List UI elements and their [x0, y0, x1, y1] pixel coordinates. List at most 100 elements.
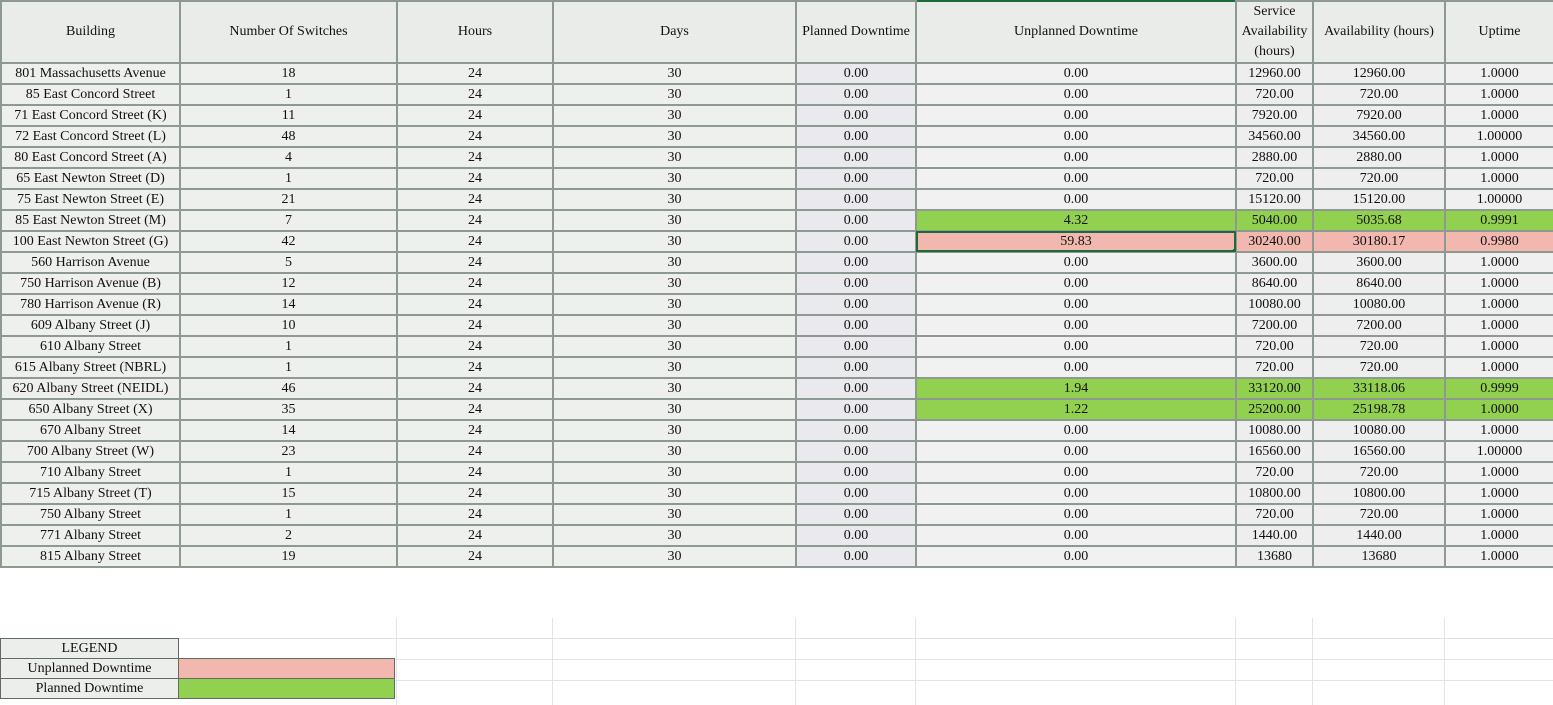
cell-building[interactable]: 620 Albany Street (NEIDL) — [0, 377, 181, 400]
cell-days[interactable]: 30 — [552, 62, 797, 85]
cell-uptime[interactable]: 1.0000 — [1444, 251, 1553, 274]
cell-avail[interactable]: 15120.00 — [1312, 188, 1446, 211]
cell-unplanned[interactable]: 0.00 — [915, 146, 1237, 169]
cell-planned[interactable]: 0.00 — [795, 104, 917, 127]
cell-service[interactable]: 3600.00 — [1235, 251, 1314, 274]
header-service-availability[interactable]: Service Availability (hours) — [1235, 0, 1314, 64]
cell-planned[interactable]: 0.00 — [795, 461, 917, 484]
cell-days[interactable]: 30 — [552, 545, 797, 568]
cell-uptime[interactable]: 0.9980 — [1444, 230, 1553, 253]
cell-planned[interactable]: 0.00 — [795, 167, 917, 190]
cell-hours[interactable]: 24 — [396, 293, 554, 316]
cell-days[interactable]: 30 — [552, 293, 797, 316]
cell-building[interactable]: 560 Harrison Avenue — [0, 251, 181, 274]
cell-uptime[interactable]: 1.0000 — [1444, 146, 1553, 169]
cell-switches[interactable]: 4 — [179, 146, 398, 169]
cell-building[interactable]: 801 Massachusetts Avenue — [0, 62, 181, 85]
cell-building[interactable]: 771 Albany Street — [0, 524, 181, 547]
header-hours[interactable]: Hours — [396, 0, 554, 64]
cell-service[interactable]: 720.00 — [1235, 461, 1314, 484]
cell-uptime[interactable]: 1.0000 — [1444, 104, 1553, 127]
cell-service[interactable]: 720.00 — [1235, 83, 1314, 106]
cell-building[interactable]: 650 Albany Street (X) — [0, 398, 181, 421]
cell-switches[interactable]: 1 — [179, 356, 398, 379]
cell-days[interactable]: 30 — [552, 524, 797, 547]
cell-hours[interactable]: 24 — [396, 209, 554, 232]
cell-avail[interactable]: 8640.00 — [1312, 272, 1446, 295]
cell-hours[interactable]: 24 — [396, 188, 554, 211]
cell-hours[interactable]: 24 — [396, 230, 554, 253]
cell-avail[interactable]: 2880.00 — [1312, 146, 1446, 169]
cell-avail[interactable]: 10080.00 — [1312, 293, 1446, 316]
cell-unplanned[interactable]: 0.00 — [915, 272, 1237, 295]
cell-unplanned[interactable]: 0.00 — [915, 482, 1237, 505]
cell-service[interactable]: 7200.00 — [1235, 314, 1314, 337]
cell-planned[interactable]: 0.00 — [795, 209, 917, 232]
cell-planned[interactable]: 0.00 — [795, 545, 917, 568]
cell-days[interactable]: 30 — [552, 209, 797, 232]
cell-avail[interactable]: 25198.78 — [1312, 398, 1446, 421]
cell-service[interactable]: 720.00 — [1235, 167, 1314, 190]
cell-building[interactable]: 100 East Newton Street (G) — [0, 230, 181, 253]
cell-planned[interactable]: 0.00 — [795, 314, 917, 337]
cell-switches[interactable]: 7 — [179, 209, 398, 232]
cell-hours[interactable]: 24 — [396, 503, 554, 526]
cell-hours[interactable]: 24 — [396, 482, 554, 505]
cell-hours[interactable]: 24 — [396, 83, 554, 106]
cell-hours[interactable]: 24 — [396, 314, 554, 337]
cell-avail[interactable]: 7200.00 — [1312, 314, 1446, 337]
cell-building[interactable]: 815 Albany Street — [0, 545, 181, 568]
cell-planned[interactable]: 0.00 — [795, 125, 917, 148]
cell-switches[interactable]: 1 — [179, 503, 398, 526]
cell-switches[interactable]: 5 — [179, 251, 398, 274]
cell-hours[interactable]: 24 — [396, 272, 554, 295]
cell-building[interactable]: 72 East Concord Street (L) — [0, 125, 181, 148]
cell-building[interactable]: 615 Albany Street (NBRL) — [0, 356, 181, 379]
cell-avail[interactable]: 3600.00 — [1312, 251, 1446, 274]
cell-avail[interactable]: 7920.00 — [1312, 104, 1446, 127]
cell-building[interactable]: 780 Harrison Avenue (R) — [0, 293, 181, 316]
cell-days[interactable]: 30 — [552, 503, 797, 526]
cell-planned[interactable]: 0.00 — [795, 83, 917, 106]
cell-switches[interactable]: 46 — [179, 377, 398, 400]
cell-uptime[interactable]: 1.0000 — [1444, 83, 1553, 106]
cell-avail[interactable]: 30180.17 — [1312, 230, 1446, 253]
cell-hours[interactable]: 24 — [396, 146, 554, 169]
cell-building[interactable]: 71 East Concord Street (K) — [0, 104, 181, 127]
cell-hours[interactable]: 24 — [396, 524, 554, 547]
cell-building[interactable]: 710 Albany Street — [0, 461, 181, 484]
header-number-of-switches[interactable]: Number Of Switches — [179, 0, 398, 64]
cell-uptime[interactable]: 1.0000 — [1444, 167, 1553, 190]
cell-unplanned[interactable]: 0.00 — [915, 125, 1237, 148]
cell-avail[interactable]: 720.00 — [1312, 335, 1446, 358]
cell-switches[interactable]: 12 — [179, 272, 398, 295]
cell-service[interactable]: 10080.00 — [1235, 293, 1314, 316]
cell-unplanned[interactable]: 0.00 — [915, 545, 1237, 568]
cell-planned[interactable]: 0.00 — [795, 440, 917, 463]
header-building[interactable]: Building — [0, 0, 181, 64]
cell-planned[interactable]: 0.00 — [795, 146, 917, 169]
cell-service[interactable]: 720.00 — [1235, 335, 1314, 358]
cell-planned[interactable]: 0.00 — [795, 230, 917, 253]
cell-days[interactable]: 30 — [552, 419, 797, 442]
cell-building[interactable]: 85 East Concord Street — [0, 83, 181, 106]
cell-building[interactable]: 700 Albany Street (W) — [0, 440, 181, 463]
cell-switches[interactable]: 10 — [179, 314, 398, 337]
cell-unplanned[interactable]: 0.00 — [915, 314, 1237, 337]
cell-avail[interactable]: 34560.00 — [1312, 125, 1446, 148]
cell-unplanned[interactable]: 1.94 — [915, 377, 1237, 400]
legend-planned-swatch[interactable] — [178, 678, 395, 699]
cell-planned[interactable]: 0.00 — [795, 377, 917, 400]
cell-planned[interactable]: 0.00 — [795, 293, 917, 316]
header-uptime[interactable]: Uptime — [1444, 0, 1553, 64]
cell-days[interactable]: 30 — [552, 251, 797, 274]
cell-unplanned[interactable]: 0.00 — [915, 251, 1237, 274]
cell-service[interactable]: 5040.00 — [1235, 209, 1314, 232]
cell-unplanned[interactable]: 0.00 — [915, 461, 1237, 484]
cell-uptime[interactable]: 1.0000 — [1444, 482, 1553, 505]
cell-switches[interactable]: 14 — [179, 419, 398, 442]
cell-uptime[interactable]: 1.0000 — [1444, 461, 1553, 484]
cell-planned[interactable]: 0.00 — [795, 419, 917, 442]
cell-switches[interactable]: 1 — [179, 83, 398, 106]
cell-avail[interactable]: 10800.00 — [1312, 482, 1446, 505]
